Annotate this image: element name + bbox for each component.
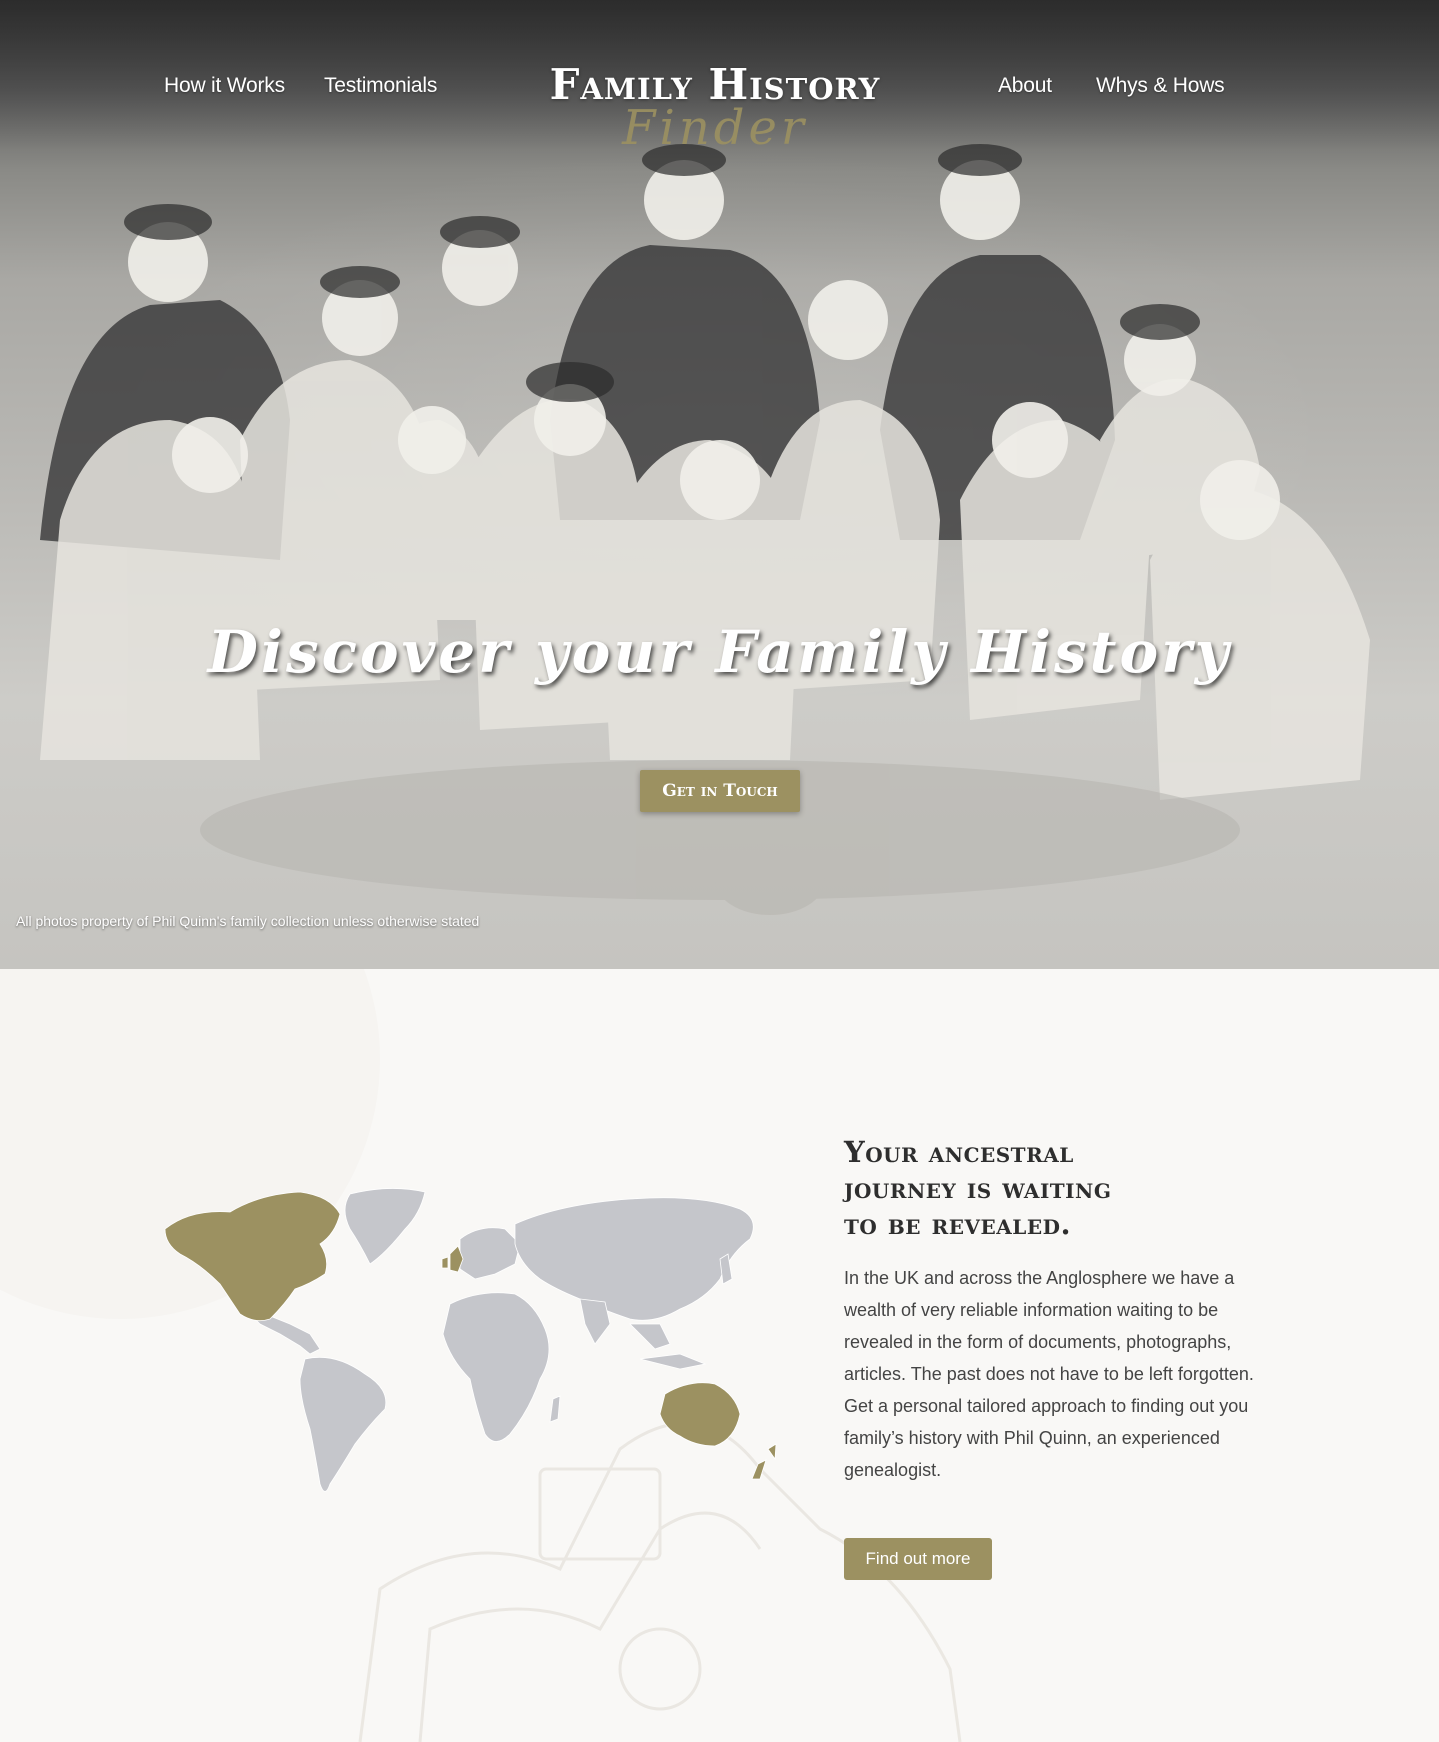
hero-headline: Discover your Family History — [207, 618, 1232, 686]
logo-script-word: Finder — [622, 100, 808, 156]
section-body-text: In the UK and across the Anglosphere we … — [844, 1268, 1254, 1480]
site-logo[interactable]: Family History Finder — [515, 60, 915, 156]
find-out-more-button[interactable]: Find out more — [844, 1538, 992, 1580]
nav-whys-and-hows[interactable]: Whys & Hows — [1096, 74, 1225, 98]
section-title: Your ancestral journey is waiting to be … — [844, 1134, 1284, 1242]
hero-section: How it Works Testimonials Family History… — [0, 0, 1439, 969]
section-title-line: Your ancestral — [844, 1135, 1074, 1169]
get-in-touch-button[interactable]: Get in Touch — [640, 770, 800, 812]
nav-about[interactable]: About — [998, 74, 1052, 98]
nav-how-it-works[interactable]: How it Works — [164, 74, 285, 98]
world-map — [164, 1188, 777, 1492]
section-title-line: journey is waiting — [844, 1171, 1112, 1205]
section-title-line: to be revealed. — [844, 1207, 1072, 1241]
photo-credit: All photos property of Phil Quinn's fami… — [16, 913, 480, 929]
nav-testimonials[interactable]: Testimonials — [324, 74, 437, 98]
intro-section: Your ancestral journey is waiting to be … — [0, 969, 1439, 1742]
